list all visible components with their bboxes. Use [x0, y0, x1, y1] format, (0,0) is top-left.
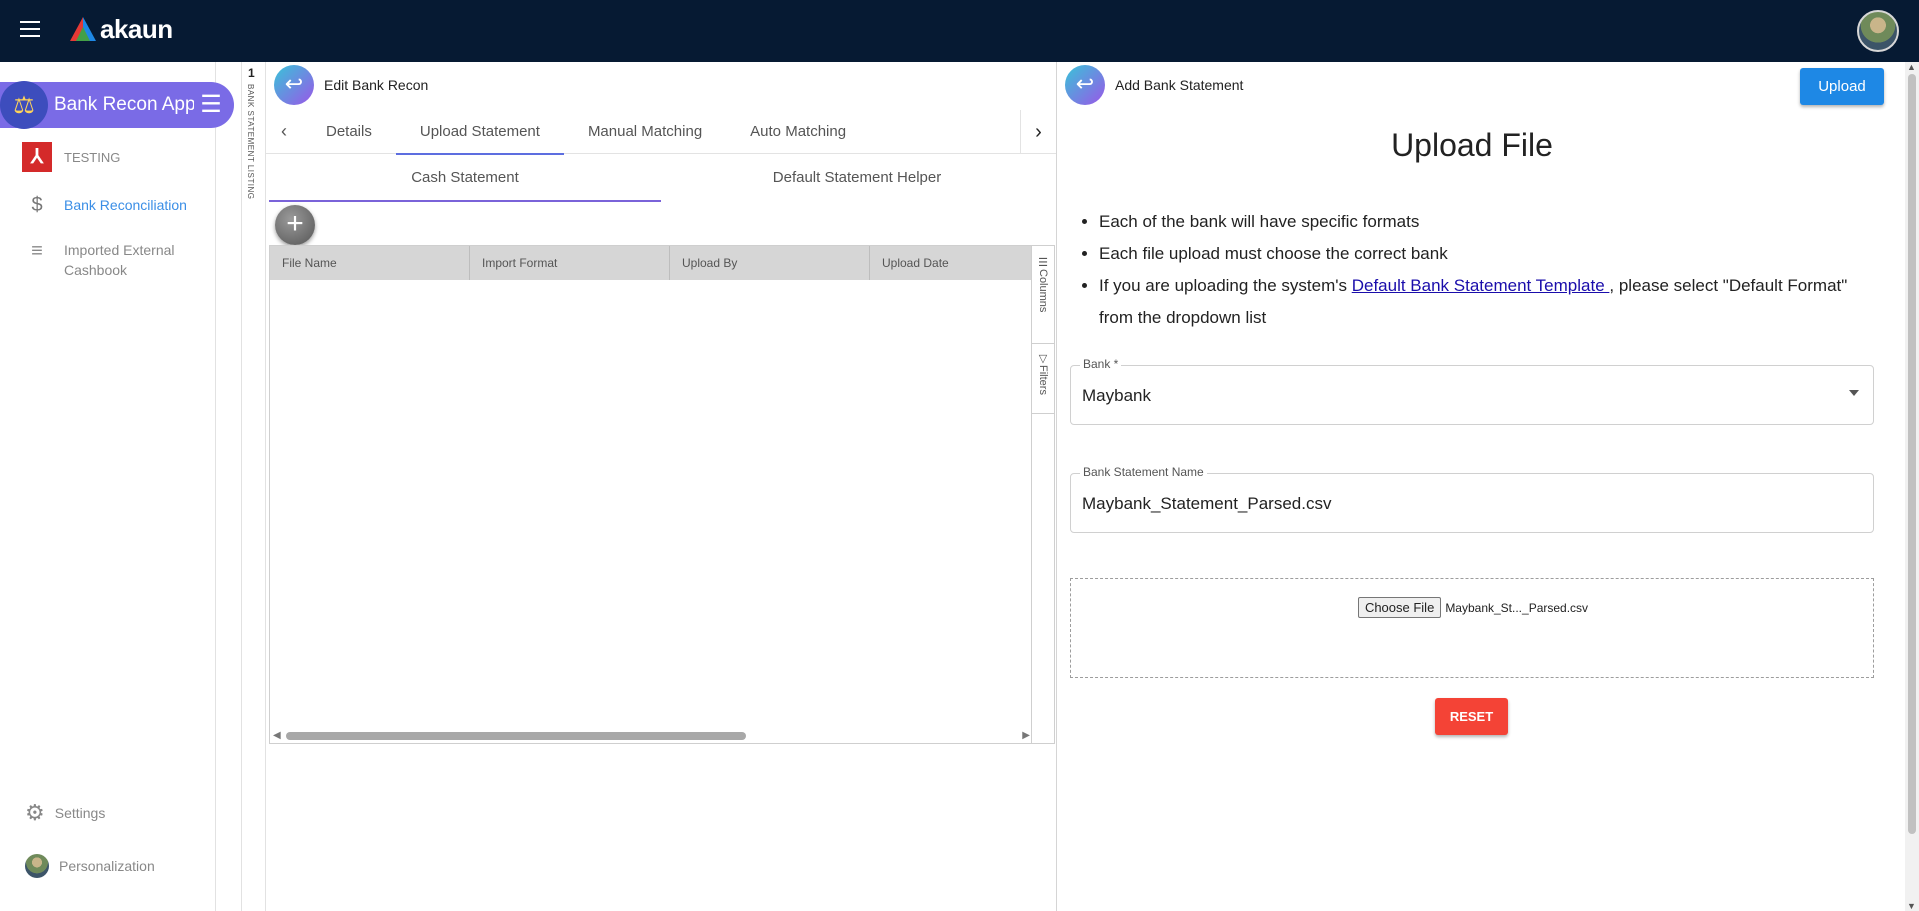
scroll-down-icon[interactable]: ▼ — [1907, 901, 1916, 911]
chevron-right-icon[interactable]: › — [1020, 110, 1056, 154]
panel-header: ↩ Edit Bank Recon — [274, 65, 428, 105]
user-avatar — [25, 854, 49, 878]
sidebar-item-label: Imported External Cashbook — [64, 242, 175, 278]
scroll-thumb[interactable] — [1908, 74, 1916, 834]
column-header-import-format[interactable]: Import Format — [470, 246, 670, 280]
brand-name: akaun — [100, 13, 173, 44]
sidebar-item-testing[interactable]: ⅄ TESTING — [22, 142, 120, 172]
scroll-right-icon[interactable]: ▶ — [1022, 730, 1030, 741]
sidebar-item-bank-reconciliation[interactable]: $ Bank Reconciliation — [22, 194, 187, 217]
panel-header: ↩ Add Bank Statement — [1065, 65, 1243, 105]
bank-select-label: Bank * — [1080, 357, 1122, 371]
back-arrow-icon[interactable]: ↩ — [1065, 65, 1105, 105]
listing-count: 1 — [248, 66, 255, 80]
instruction-item: If you are uploading the system's Defaul… — [1099, 270, 1859, 334]
gear-icon: ⚙ — [25, 800, 45, 825]
tab-upload-statement[interactable]: Upload Statement — [395, 110, 565, 155]
scroll-left-icon[interactable]: ◀ — [273, 730, 281, 741]
filters-tool-label: Filters — [1037, 365, 1049, 395]
columns-tool-label: Columns — [1037, 269, 1049, 313]
statement-grid: File Name Import Format Upload By Upload… — [269, 245, 1055, 744]
scales-icon: ⚖ — [0, 81, 48, 129]
bank-statement-name-value[interactable]: Maybank_Statement_Parsed.csv — [1082, 494, 1331, 514]
panel-title: Edit Bank Recon — [324, 77, 429, 93]
upload-button[interactable]: Upload — [1800, 68, 1884, 105]
filter-icon: ▽ — [1036, 352, 1049, 365]
edit-bank-recon-panel: ↩ Edit Bank Recon ‹ Details Upload State… — [266, 62, 1056, 911]
add-bank-statement-panel: ↩ Add Bank Statement Upload Upload File … — [1056, 62, 1886, 911]
column-header-upload-by[interactable]: Upload By — [670, 246, 870, 280]
columns-tool[interactable]: ☰ Columns — [1032, 246, 1054, 344]
sidebar-item-personalization[interactable]: Personalization — [25, 854, 155, 878]
hamburger-icon[interactable] — [20, 21, 40, 39]
tab-manual-matching[interactable]: Manual Matching — [564, 110, 726, 154]
bank-select[interactable]: Bank * Maybank — [1070, 357, 1874, 425]
bank-statement-name-field[interactable]: Bank Statement Name Maybank_Statement_Pa… — [1070, 465, 1874, 533]
applet-name: Bank Recon Applet — [54, 94, 194, 115]
tab-auto-matching[interactable]: Auto Matching — [726, 110, 870, 154]
page-vertical-scrollbar[interactable]: ▲ ▼ — [1905, 62, 1919, 911]
chevron-left-icon[interactable]: ‹ — [266, 121, 302, 142]
upload-instructions: Each of the bank will have specific form… — [1099, 206, 1859, 334]
brand-logo[interactable]: akaun — [70, 14, 173, 44]
chevron-down-icon[interactable] — [1849, 390, 1859, 396]
bank-statement-listing-strip[interactable]: 1 BANK STATEMENT LISTING — [241, 62, 266, 911]
listing-label: BANK STATEMENT LISTING — [246, 84, 255, 200]
selected-file-name: Maybank_St..._Parsed.csv — [1445, 601, 1589, 615]
tab-details[interactable]: Details — [302, 110, 396, 154]
file-input: Choose File Maybank_St..._Parsed.csv — [1071, 597, 1875, 618]
tab-bar: ‹ Details Upload Statement Manual Matchi… — [266, 110, 1056, 155]
sidebar-item-settings[interactable]: ⚙ Settings — [25, 800, 105, 826]
bank-statement-name-label: Bank Statement Name — [1080, 465, 1207, 479]
file-drop-zone[interactable]: Choose File Maybank_St..._Parsed.csv — [1070, 578, 1874, 678]
scroll-up-icon[interactable]: ▲ — [1907, 62, 1916, 72]
instruction-item: Each file upload must choose the correct… — [1099, 238, 1859, 270]
add-button[interactable]: + — [275, 205, 315, 245]
sidebar: ⚖ Bank Recon Applet ☰ ⅄ TESTING $ Bank R… — [0, 62, 234, 911]
grid-header: File Name Import Format Upload By Upload… — [270, 246, 1032, 280]
top-app-bar: akaun — [0, 0, 1919, 62]
panel-title: Add Bank Statement — [1115, 77, 1244, 93]
instruction-item: Each of the bank will have specific form… — [1099, 206, 1859, 238]
sidebar-item-label: Bank Reconciliation — [64, 197, 187, 213]
grid-side-bar: ☰ Columns ▽ Filters — [1031, 246, 1054, 743]
testing-logo: ⅄ — [22, 142, 52, 172]
column-header-upload-date[interactable]: Upload Date — [870, 246, 1032, 280]
bank-select-value: Maybank — [1082, 386, 1151, 405]
playlist-add-icon: ≡ — [31, 240, 43, 262]
filters-tool[interactable]: ▽ Filters — [1032, 344, 1054, 414]
scroll-thumb[interactable] — [286, 732, 746, 740]
page-title: Upload File — [1391, 127, 1553, 163]
instruction-text: If you are uploading the system's — [1099, 276, 1352, 295]
sidebar-item-label: Settings — [54, 805, 106, 821]
collapse-menu-icon[interactable]: ☰ — [196, 90, 226, 120]
sidebar-item-label: TESTING — [64, 150, 121, 165]
column-header-file-name[interactable]: File Name — [270, 246, 470, 280]
reset-button[interactable]: RESET — [1435, 698, 1508, 735]
sidebar-item-imported-external-cashbook[interactable]: ≡ Imported External Cashbook — [22, 240, 184, 280]
tab-default-statement-helper[interactable]: Default Statement Helper — [661, 154, 1053, 202]
user-avatar[interactable] — [1857, 10, 1899, 52]
akaun-logo-icon — [70, 17, 96, 41]
back-arrow-icon[interactable]: ↩ — [274, 65, 314, 105]
columns-icon: ☰ — [1036, 256, 1049, 269]
choose-file-button[interactable]: Choose File — [1357, 597, 1442, 618]
default-template-link[interactable]: Default Bank Statement Template — [1352, 276, 1610, 295]
dollar-icon: $ — [31, 194, 43, 216]
applet-header[interactable]: ⚖ Bank Recon Applet ☰ — [0, 81, 234, 129]
sub-tab-bar: Cash Statement Default Statement Helper — [269, 154, 1053, 202]
grid-horizontal-scrollbar[interactable]: ◀ ▶ — [270, 729, 1032, 743]
sidebar-item-label: Personalization — [59, 858, 155, 874]
tab-cash-statement[interactable]: Cash Statement — [269, 154, 661, 202]
